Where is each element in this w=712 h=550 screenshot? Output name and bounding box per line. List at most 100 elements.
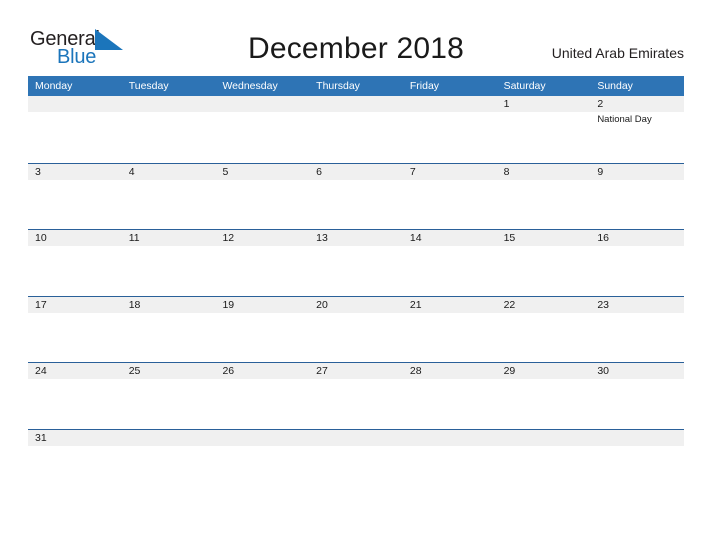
- day-number: 26: [222, 365, 235, 378]
- day-cell[interactable]: 31: [28, 430, 122, 497]
- day-events: [222, 180, 309, 182]
- day-cell[interactable]: 18: [122, 297, 216, 364]
- day-number: 12: [222, 232, 235, 245]
- day-events: [222, 313, 309, 315]
- day-cell[interactable]: 8: [497, 164, 591, 231]
- week-cells: 24 25 26 27 28 29 30: [28, 363, 684, 430]
- day-cell[interactable]: 24: [28, 363, 122, 430]
- day-cell[interactable]: 6: [309, 164, 403, 231]
- day-number: 15: [503, 232, 516, 245]
- day-events: [410, 112, 497, 114]
- day-cell[interactable]: 21: [403, 297, 497, 364]
- day-events: [504, 446, 591, 448]
- week-cells: 10 11 12 13 14 15 16: [28, 230, 684, 297]
- day-events: [410, 379, 497, 381]
- day-events: [504, 313, 591, 315]
- day-cell[interactable]: 27: [309, 363, 403, 430]
- day-cell[interactable]: 16: [590, 230, 684, 297]
- day-cell-empty: [497, 430, 591, 497]
- calendar-week-row: 10 11 12 13 14 15 16: [28, 229, 684, 296]
- weekday-header-sunday: Sunday: [597, 80, 633, 92]
- day-number: 28: [409, 365, 422, 378]
- weekday-header-friday: Friday: [409, 80, 440, 92]
- day-events: [35, 379, 122, 381]
- day-events: [504, 112, 591, 114]
- day-number: 4: [128, 165, 135, 178]
- day-events: National Day: [597, 112, 684, 126]
- day-number: 3: [35, 165, 41, 178]
- day-number: 2: [597, 98, 604, 110]
- day-cell[interactable]: 12: [215, 230, 309, 297]
- day-events: [597, 180, 684, 182]
- day-cell[interactable]: 26: [215, 363, 309, 430]
- day-cell[interactable]: 11: [122, 230, 216, 297]
- day-cell[interactable]: 9: [590, 164, 684, 231]
- day-events: [316, 313, 403, 315]
- week-cells: 1 2 National Day: [28, 96, 684, 163]
- day-cell[interactable]: 20: [309, 297, 403, 364]
- day-events: [597, 379, 684, 381]
- weekday-header-saturday: Saturday: [503, 80, 546, 92]
- day-cell[interactable]: 2 National Day: [590, 96, 684, 163]
- day-cell[interactable]: 17: [28, 297, 122, 364]
- day-number: 31: [35, 431, 47, 444]
- day-cell[interactable]: 25: [122, 363, 216, 430]
- calendar-week-row: 1 2 National Day: [28, 96, 684, 163]
- day-events: [504, 379, 591, 381]
- day-events: [597, 313, 684, 315]
- day-events: [597, 246, 684, 248]
- day-cell[interactable]: 10: [28, 230, 122, 297]
- day-cell[interactable]: 3: [28, 164, 122, 231]
- day-events: [410, 313, 497, 315]
- day-number: 30: [597, 365, 609, 378]
- day-cell[interactable]: 23: [590, 297, 684, 364]
- day-number: 9: [597, 165, 604, 178]
- day-cell-empty: [309, 96, 403, 163]
- day-cell[interactable]: 14: [403, 230, 497, 297]
- day-cell[interactable]: 4: [122, 164, 216, 231]
- week-cells: 31: [28, 430, 684, 497]
- day-number: 25: [128, 365, 141, 378]
- calendar-week-row: 17 18 19 20 21 22 23: [28, 295, 684, 364]
- day-cell[interactable]: 15: [497, 230, 591, 297]
- day-events: [129, 246, 216, 248]
- day-number: 8: [503, 165, 510, 178]
- day-cell[interactable]: 19: [215, 297, 309, 364]
- day-cell[interactable]: 28: [403, 363, 497, 430]
- day-number: 24: [35, 365, 47, 378]
- calendar-week-row: 24 25 26 27 28 29 30: [28, 362, 684, 429]
- day-events: [129, 379, 216, 381]
- calendar-grid: Monday Tuesday Wednesday Thursday Friday…: [28, 76, 684, 496]
- weekday-header-monday: Monday: [35, 80, 73, 92]
- day-events: [129, 446, 216, 448]
- day-number: 16: [597, 232, 609, 245]
- day-cell[interactable]: 30: [590, 363, 684, 430]
- day-cell-empty: [28, 96, 122, 163]
- day-cell[interactable]: 7: [403, 164, 497, 231]
- day-cell-empty: [215, 96, 309, 163]
- day-events: [35, 446, 122, 448]
- day-cell-empty: [403, 430, 497, 497]
- day-cell[interactable]: 13: [309, 230, 403, 297]
- day-cell-empty: [122, 96, 216, 163]
- day-events: [316, 446, 403, 448]
- week-cells: 3 4 5 6 7 8 9: [28, 164, 684, 231]
- day-cell-empty: [215, 430, 309, 497]
- day-number: 13: [316, 232, 328, 245]
- day-events: [410, 246, 497, 248]
- day-cell[interactable]: 22: [497, 297, 591, 364]
- day-event-label: National Day: [597, 114, 652, 125]
- day-events: [316, 379, 403, 381]
- weekday-header-thursday: Thursday: [316, 80, 360, 92]
- day-number: 17: [35, 298, 47, 311]
- day-cell[interactable]: 1: [497, 96, 591, 163]
- day-events: [316, 180, 403, 182]
- day-cell[interactable]: 29: [497, 363, 591, 430]
- day-number: 6: [316, 165, 322, 178]
- day-cell[interactable]: 5: [215, 164, 309, 231]
- calendar-week-row: 3 4 5 6 7 8 9: [28, 162, 684, 231]
- day-events: [129, 112, 216, 114]
- day-number: 18: [128, 298, 141, 311]
- day-number: 23: [597, 298, 609, 311]
- day-number: 5: [222, 165, 229, 178]
